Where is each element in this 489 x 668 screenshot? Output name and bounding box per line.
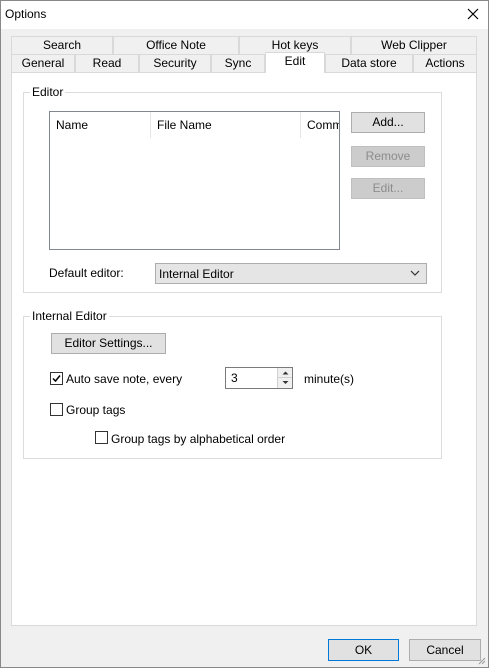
tab-search[interactable]: Search [11, 36, 113, 54]
tab-label: Read [92, 56, 122, 70]
tab-edit[interactable]: Edit [265, 52, 325, 73]
column-header-command[interactable]: Comma [301, 112, 339, 138]
minutes-label: minute(s) [304, 372, 355, 386]
column-header-name[interactable]: Name [50, 112, 151, 138]
spin-up-button[interactable] [277, 368, 292, 378]
column-header-file-name[interactable]: File Name [151, 112, 301, 138]
ok-button[interactable]: OK [328, 639, 399, 661]
column-label: File Name [157, 118, 212, 132]
tab-label: Data store [341, 56, 397, 70]
tab-label: Office Note [146, 38, 206, 52]
group-tags-label: Group tags [66, 403, 126, 417]
tab-label: Edit [284, 54, 306, 68]
tab-label: Sync [224, 56, 252, 70]
autosave-minutes-spinner[interactable]: 3 [225, 367, 293, 389]
default-editor-value: Internal Editor [159, 267, 234, 281]
tab-sync[interactable]: Sync [211, 54, 265, 72]
chevron-down-icon [410, 270, 420, 276]
arrow-up-icon [282, 371, 289, 375]
autosave-minutes-value: 3 [231, 371, 238, 385]
editor-group-label: Editor [30, 85, 66, 99]
editor-settings-button[interactable]: Editor Settings... [51, 333, 166, 354]
tab-read[interactable]: Read [75, 54, 139, 72]
tab-label: Actions [425, 56, 465, 70]
group-tags-checkbox[interactable] [50, 403, 63, 416]
tab-data-store[interactable]: Data store [325, 54, 413, 72]
edit-button[interactable]: Edit... [351, 178, 425, 199]
tab-actions[interactable]: Actions [413, 54, 477, 72]
tab-label: Web Clipper [381, 38, 447, 52]
autosave-label: Auto save note, every [66, 372, 183, 386]
add-button[interactable]: Add... [351, 112, 425, 133]
tab-security[interactable]: Security [139, 54, 211, 72]
spin-down-button[interactable] [277, 378, 292, 388]
tab-office-note[interactable]: Office Note [113, 36, 239, 54]
default-editor-label: Default editor: [49, 266, 124, 280]
title-bar: Options [1, 1, 488, 29]
default-editor-select[interactable]: Internal Editor [155, 263, 427, 284]
close-button[interactable] [458, 1, 488, 29]
group-tags-alphabetical-checkbox[interactable] [95, 431, 108, 444]
resize-grip-icon[interactable] [476, 655, 486, 665]
internal-editor-group-label: Internal Editor [30, 309, 109, 323]
tab-web-clipper[interactable]: Web Clipper [351, 36, 477, 54]
autosave-checkbox[interactable] [50, 372, 63, 385]
tab-label: General [21, 56, 65, 70]
editor-list[interactable]: Name File Name Comma [49, 111, 340, 250]
tab-general[interactable]: General [11, 54, 75, 72]
column-label: Name [56, 118, 89, 132]
column-label: Comma [307, 118, 339, 132]
remove-button[interactable]: Remove [351, 146, 425, 167]
cancel-button[interactable]: Cancel [409, 639, 481, 661]
window-title: Options [5, 7, 47, 21]
arrow-down-icon [282, 381, 289, 384]
tab-label: Hot keys [271, 38, 319, 52]
options-window: Options Search Office Note Hot keys Web … [0, 0, 489, 668]
tab-label: Search [42, 38, 82, 52]
checkmark-icon [52, 375, 61, 383]
group-tags-alphabetical-label: Group tags by alphabetical order [111, 432, 286, 446]
close-icon [467, 8, 479, 20]
tab-label: Security [153, 56, 197, 70]
